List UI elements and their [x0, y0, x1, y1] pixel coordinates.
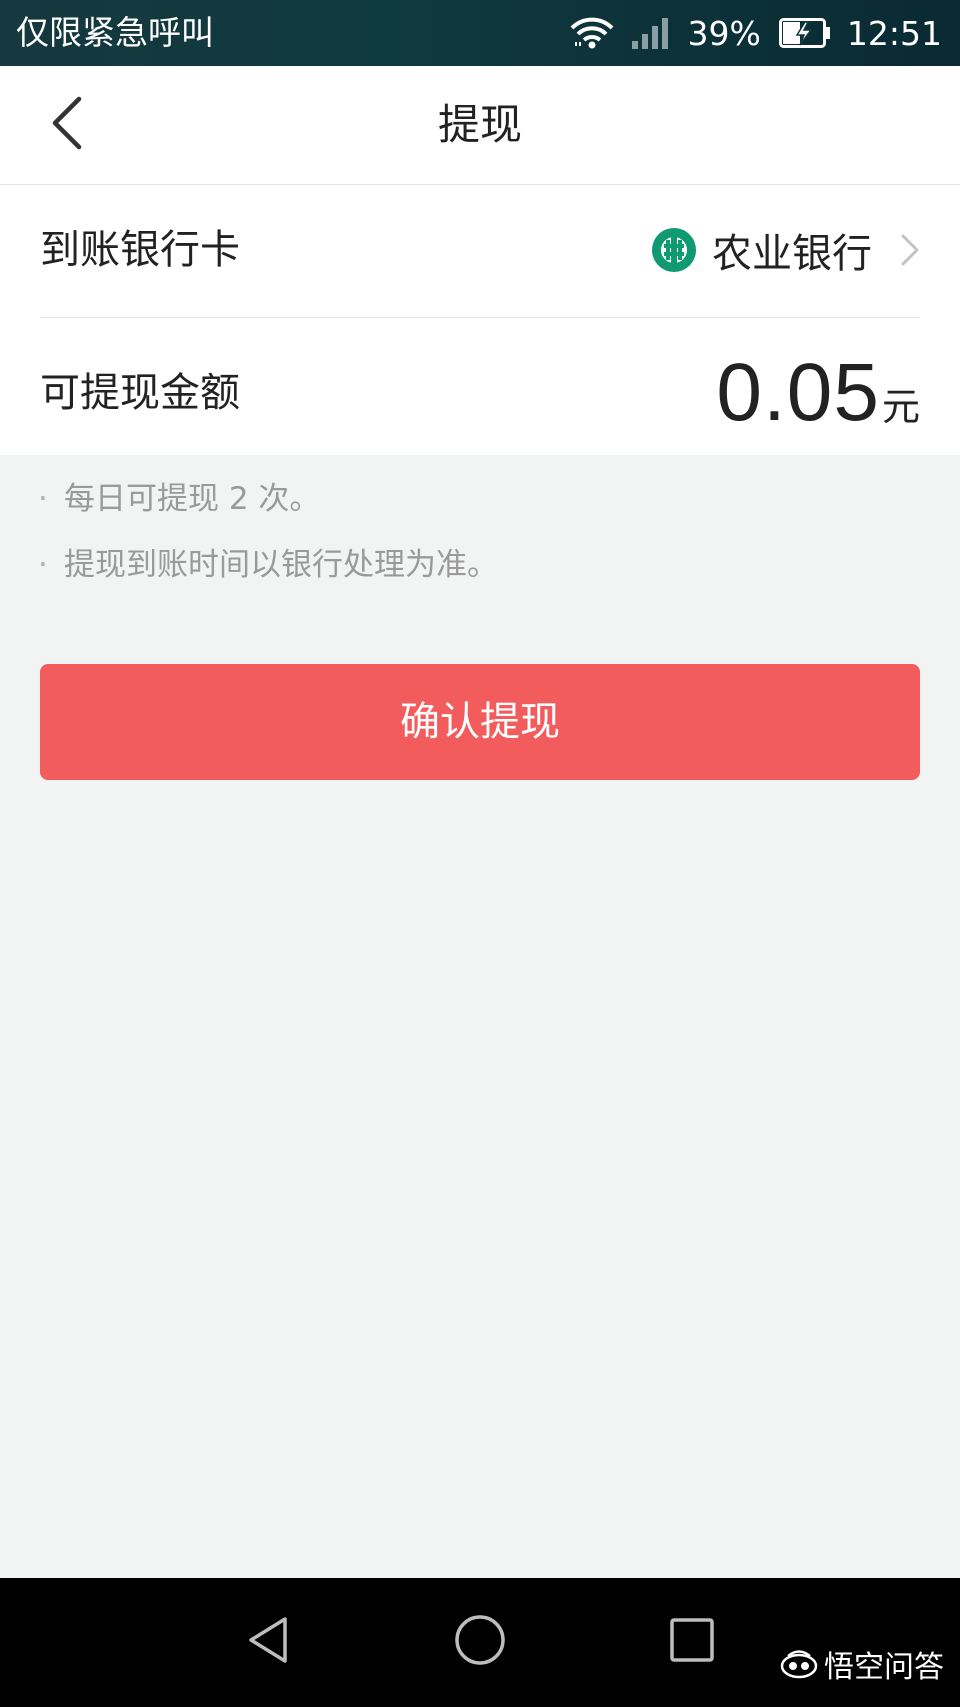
amount-value: 0.05: [716, 347, 880, 438]
amount-unit: 元: [881, 385, 920, 429]
bank-card-row[interactable]: 到账银行卡 农业银行: [40, 185, 920, 318]
amount-label: 可提现金额: [40, 370, 240, 416]
chevron-right-icon: [900, 233, 920, 267]
signal-icon: [631, 17, 670, 49]
note-bullet: ·: [38, 481, 48, 517]
back-button[interactable]: [36, 90, 96, 160]
battery-charging-icon: [778, 18, 831, 48]
app-header: 提现: [0, 66, 960, 185]
chevron-left-icon: [49, 95, 83, 155]
bank-selector[interactable]: 农业银行: [650, 221, 920, 279]
wukong-logo-icon: [780, 1649, 818, 1679]
wifi-icon: [570, 16, 614, 50]
withdraw-notes: · 每日可提现 2 次。 · 提现到账时间以银行处理为准。: [38, 476, 918, 608]
watermark: 悟空问答: [780, 1642, 944, 1686]
note-item: · 每日可提现 2 次。: [38, 476, 918, 542]
battery-percent: 39%: [687, 13, 761, 53]
withdraw-card: 到账银行卡 农业银行 可提现金额 0.05 元: [0, 185, 960, 455]
note-text: 提现到账时间以银行处理为准。: [64, 547, 498, 583]
status-bar: 仅限紧急呼叫 39% 12:51: [0, 0, 960, 66]
nav-home-icon: [453, 1613, 507, 1671]
amount-row: 可提现金额 0.05 元: [40, 318, 920, 455]
note-text: 每日可提现 2 次。: [64, 481, 321, 517]
page-title: 提现: [437, 100, 522, 149]
nav-home-button[interactable]: [450, 1612, 510, 1672]
note-bullet: ·: [38, 547, 48, 583]
bank-name: 农业银行: [712, 231, 872, 277]
watermark-text: 悟空问答: [824, 1650, 944, 1685]
abc-bank-logo-icon: [650, 226, 698, 274]
bank-card-label: 到账银行卡: [40, 227, 240, 273]
note-item: · 提现到账时间以银行处理为准。: [38, 542, 918, 608]
nav-recent-button[interactable]: [662, 1612, 722, 1672]
carrier-text: 仅限紧急呼叫: [16, 13, 214, 52]
status-icons: 39% 12:51: [552, 8, 942, 58]
nav-back-button[interactable]: [238, 1612, 298, 1672]
confirm-withdraw-button[interactable]: 确认提现: [40, 664, 920, 780]
amount-display: 0.05 元: [716, 346, 920, 440]
clock-time: 12:51: [846, 13, 942, 53]
nav-back-icon: [245, 1615, 291, 1669]
nav-recent-icon: [669, 1617, 715, 1667]
